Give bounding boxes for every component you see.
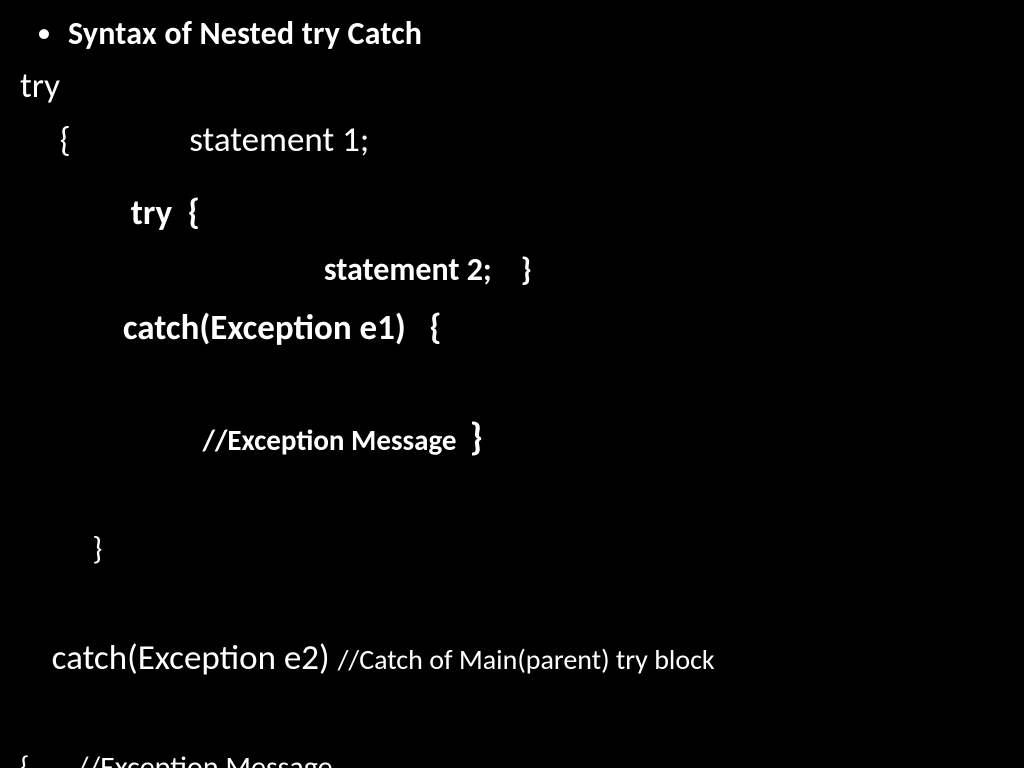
code-line-openbrace: { statement 1; [20, 113, 1004, 167]
code-line-exc-msg-inner: //Exception Message } [20, 355, 1004, 522]
exc-msg-inner-text: //Exception Message [52, 422, 470, 458]
code-line-inner-try: try { [20, 186, 1004, 240]
code-line-outer-open: { //Exception Message [20, 739, 1004, 768]
catch-e2-comment: //Catch of Main(parent) try block [338, 642, 715, 677]
code-line-catch-e1: catch(Exception e1) { [20, 301, 1004, 355]
catch-e2-text: catch(Exception e2) [52, 637, 338, 679]
code-line-closebrace-inner: } [20, 522, 1004, 576]
code-line-try: try [20, 59, 1004, 113]
code-line-catch-e2: catch(Exception e2) //Catch of Main(pare… [20, 577, 1004, 740]
code-line-stmt2: statement 2; } [20, 240, 1004, 301]
heading-row: • Syntax of Nested try Catch [20, 14, 1004, 53]
slide: • Syntax of Nested try Catch try { state… [0, 0, 1024, 768]
exc-msg-inner-brace: } [470, 415, 483, 461]
bullet-dot-icon: • [20, 19, 68, 47]
slide-heading: Syntax of Nested try Catch [68, 14, 422, 53]
